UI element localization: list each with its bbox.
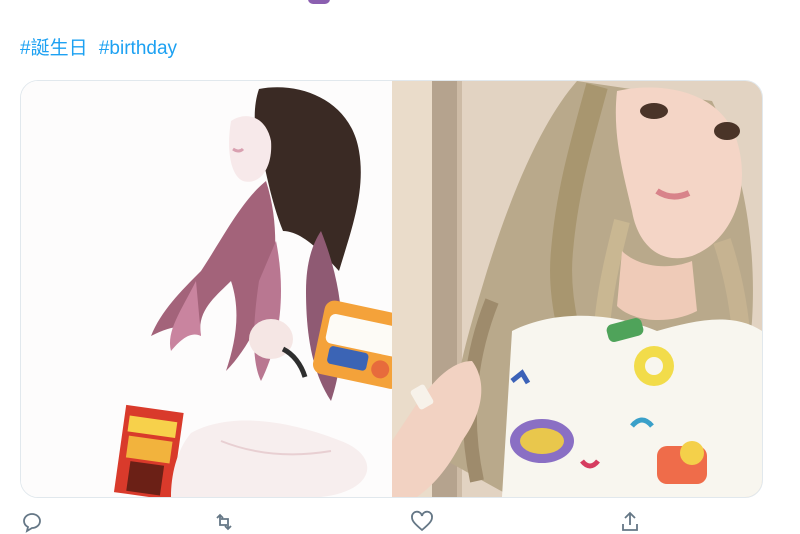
reply-button[interactable]: [20, 510, 44, 534]
tweet-actions: [0, 510, 800, 533]
photo-left-image: [21, 81, 392, 497]
share-icon: [622, 511, 638, 531]
emoji-fragment: [308, 0, 330, 4]
like-button[interactable]: [410, 510, 434, 534]
retweet-button[interactable]: [212, 510, 236, 534]
hashtag-birthday[interactable]: #birthday: [99, 38, 177, 59]
retweet-icon: [216, 513, 232, 531]
heart-icon: [411, 510, 433, 532]
hashtag-tanjoubi[interactable]: #誕生日: [20, 38, 88, 59]
share-button[interactable]: [618, 510, 642, 534]
reply-icon: [23, 513, 41, 533]
photo-right[interactable]: [392, 81, 762, 497]
photo-left[interactable]: [21, 81, 392, 497]
media-grid: [20, 80, 763, 498]
hashtag-row: #誕生日 #birthday: [20, 33, 183, 60]
photo-right-image: [392, 81, 762, 497]
